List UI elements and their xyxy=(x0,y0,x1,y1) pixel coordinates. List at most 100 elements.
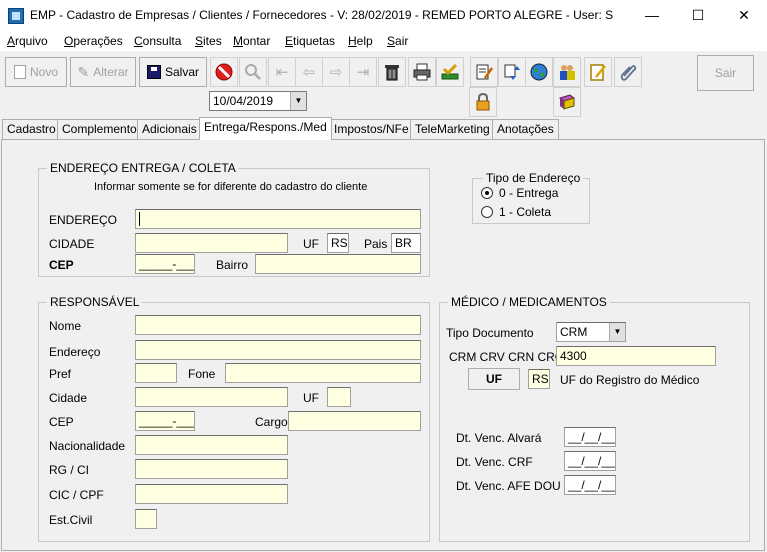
maximize-button[interactable]: ☐ xyxy=(675,0,721,31)
menu-arquivo[interactable]: Arquivo xyxy=(7,34,48,48)
entrega-endereco-label: ENDEREÇO xyxy=(49,213,118,227)
menu-consulta[interactable]: Consulta xyxy=(134,34,181,48)
app-icon xyxy=(8,8,24,24)
tipo-doc-label: Tipo Documento xyxy=(446,326,534,340)
tab-cadastro[interactable]: Cadastro xyxy=(2,119,61,139)
tab-entrega[interactable]: Entrega/Respons./Med xyxy=(199,117,332,140)
paperclip-icon[interactable] xyxy=(614,57,642,87)
radio-coleta[interactable] xyxy=(481,206,493,218)
resp-fone-label: Fone xyxy=(188,367,216,381)
resp-endereco-input[interactable] xyxy=(135,340,421,360)
tab-impostos[interactable]: Impostos/NFe xyxy=(329,119,414,139)
window-title: EMP - Cadastro de Empresas / Clientes / … xyxy=(30,8,614,22)
tab-anotacoes[interactable]: Anotações xyxy=(492,119,559,139)
medico-uf-desc: UF do Registro do Médico xyxy=(560,373,700,387)
alvara-label: Dt. Venc. Alvará xyxy=(456,431,542,445)
tab-strip: Cadastro Complemento Adicionais Entrega/… xyxy=(0,117,767,140)
resp-cic-input[interactable] xyxy=(135,484,288,504)
entrega-cidade-input[interactable] xyxy=(135,233,288,253)
entrega-cep-input[interactable]: _____-___ xyxy=(135,254,195,274)
afe-label: Dt. Venc. AFE DOU xyxy=(456,479,561,493)
new-document-icon xyxy=(13,65,26,79)
tipo-endereco-title: Tipo de Endereço xyxy=(483,171,584,185)
date-select[interactable]: 10/04/2019 ▼ xyxy=(209,91,307,111)
resp-rg-label: RG / CI xyxy=(49,463,90,477)
previous-record-icon[interactable]: ⇦ xyxy=(295,57,323,87)
resp-rg-input[interactable] xyxy=(135,459,288,479)
first-record-icon[interactable]: ⇤ xyxy=(268,57,296,87)
resp-nacionalidade-label: Nacionalidade xyxy=(49,439,126,453)
search-icon[interactable] xyxy=(239,57,267,87)
salvar-button[interactable]: Salvar xyxy=(139,57,207,87)
notepad-icon[interactable] xyxy=(584,57,612,87)
entrega-bairro-label: Bairro xyxy=(216,258,249,272)
entrega-uf-input[interactable]: RS xyxy=(327,233,349,253)
uf-button[interactable]: UF xyxy=(468,368,520,390)
approve-icon[interactable] xyxy=(436,57,464,87)
tab-adicionais[interactable]: Adicionais xyxy=(137,119,202,139)
last-record-icon[interactable]: ⇥ xyxy=(349,57,377,87)
sair-button[interactable]: Sair xyxy=(697,55,754,91)
menu-bar: Arquivo Operações Consulta Sites Montar … xyxy=(0,31,767,51)
cancel-icon[interactable] xyxy=(210,57,238,87)
crm-input[interactable]: 4300 xyxy=(556,346,716,366)
edit-document-icon[interactable] xyxy=(470,57,498,87)
resp-estcivil-label: Est.Civil xyxy=(49,513,93,527)
menu-sites[interactable]: Sites xyxy=(195,34,222,48)
next-record-icon[interactable]: ⇨ xyxy=(322,57,350,87)
date-value: 10/04/2019 xyxy=(213,94,274,108)
lock-icon[interactable] xyxy=(469,87,497,117)
resp-cargo-label: Cargo xyxy=(255,415,288,429)
menu-help[interactable]: Help xyxy=(348,34,373,48)
tab-complemento[interactable]: Complemento xyxy=(57,119,142,139)
tab-telemarketing[interactable]: TeleMarketing xyxy=(410,119,495,139)
tipo-doc-select[interactable]: CRM ▼ xyxy=(556,322,626,342)
resp-endereco-label: Endereço xyxy=(49,345,101,359)
book-icon[interactable] xyxy=(553,87,581,117)
globe-icon[interactable] xyxy=(525,57,553,87)
transfer-icon[interactable] xyxy=(498,57,526,87)
tipo-endereco-group: Tipo de Endereço 0 - Entrega 1 - Coleta xyxy=(472,171,590,224)
resp-uf-label: UF xyxy=(303,391,319,405)
resp-pref-label: Pref xyxy=(49,367,72,381)
medico-uf-input[interactable]: RS xyxy=(528,369,550,389)
novo-button[interactable]: Novo xyxy=(5,57,67,87)
crm-label: CRM CRV CRN CRO xyxy=(449,350,565,364)
entrega-group-title: ENDEREÇO ENTREGA / COLETA xyxy=(47,161,239,175)
responsavel-group: RESPONSÁVEL Nome Endereço Pref Fone Cida… xyxy=(38,295,430,542)
resp-cep-input[interactable]: _____-___ xyxy=(135,411,195,431)
close-button[interactable]: ✕ xyxy=(721,0,767,31)
radio-coleta-label: 1 - Coleta xyxy=(499,205,552,219)
menu-etiquetas[interactable]: Etiquetas xyxy=(285,34,335,48)
minimize-button[interactable]: — xyxy=(629,0,675,31)
resp-estcivil-input[interactable] xyxy=(135,509,157,529)
entrega-endereco-input[interactable] xyxy=(135,209,421,229)
resp-pref-input[interactable] xyxy=(135,363,177,383)
chevron-down-icon: ▼ xyxy=(290,92,306,110)
resp-cargo-input[interactable] xyxy=(288,411,421,431)
trash-icon[interactable] xyxy=(378,57,406,87)
entrega-pais-label: Pais xyxy=(364,237,388,251)
menu-sair[interactable]: Sair xyxy=(387,34,408,48)
responsavel-title: RESPONSÁVEL xyxy=(47,295,143,309)
resp-nacionalidade-input[interactable] xyxy=(135,435,288,455)
crf-input[interactable]: __/__/__ xyxy=(564,451,616,471)
resp-fone-input[interactable] xyxy=(225,363,421,383)
menu-operacoes[interactable]: Operações xyxy=(64,34,123,48)
resp-nome-label: Nome xyxy=(49,319,82,333)
afe-input[interactable]: __/__/__ xyxy=(564,475,616,495)
entrega-bairro-input[interactable] xyxy=(255,254,421,274)
menu-montar[interactable]: Montar xyxy=(233,34,270,48)
resp-nome-input[interactable] xyxy=(135,315,421,335)
alvara-input[interactable]: __/__/__ xyxy=(564,427,616,447)
entrega-pais-input[interactable]: BR xyxy=(391,233,421,253)
printer-icon[interactable] xyxy=(408,57,436,87)
radio-entrega-label: 0 - Entrega xyxy=(499,186,559,200)
resp-cidade-input[interactable] xyxy=(135,387,288,407)
tipo-doc-value: CRM xyxy=(560,325,588,339)
users-icon[interactable] xyxy=(553,57,581,87)
alterar-button[interactable]: ✎ Alterar xyxy=(70,57,136,87)
radio-entrega[interactable] xyxy=(481,187,493,199)
entrega-note: Informar somente se for diferente do cad… xyxy=(94,181,368,193)
resp-uf-input[interactable] xyxy=(327,387,351,407)
